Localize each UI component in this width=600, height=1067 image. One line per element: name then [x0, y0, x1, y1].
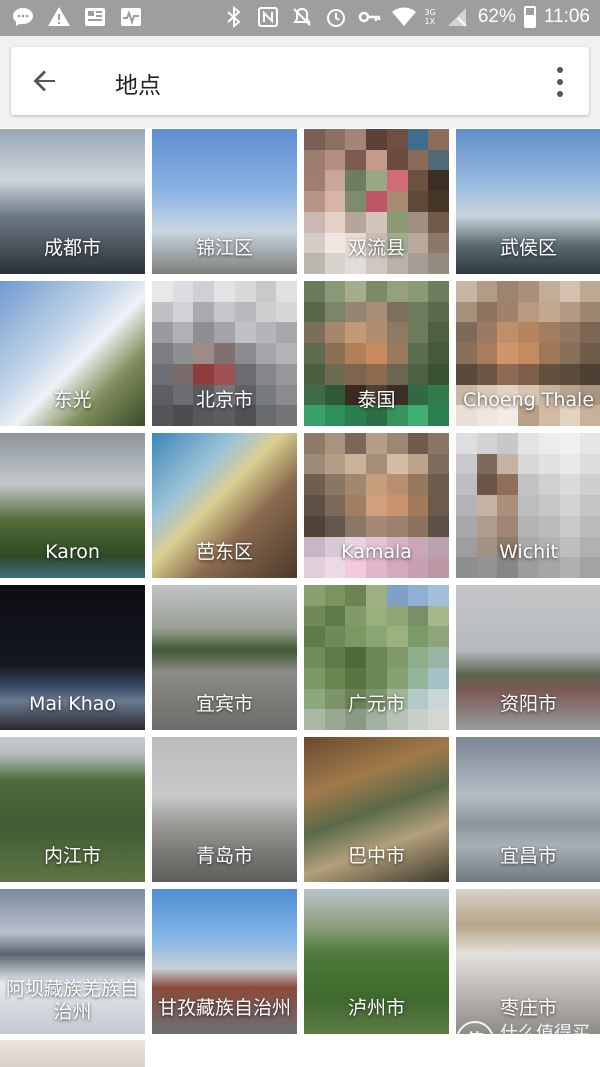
watermark-text: 什么值得买: [500, 1022, 590, 1044]
place-label: 锦江区: [195, 237, 253, 259]
place-tile[interactable]: 锦江区: [152, 129, 297, 274]
alert-icon: [46, 4, 72, 30]
toolbar-card: 地点: [11, 47, 589, 115]
place-label: 东光: [53, 389, 92, 411]
battery-level: [525, 14, 534, 26]
clock: 11:06: [543, 6, 590, 27]
place-tile[interactable]: 双流县: [304, 129, 449, 274]
place-label: 芭东区: [195, 541, 253, 563]
place-label: Kamala: [341, 541, 412, 563]
place-tile[interactable]: 成都市: [0, 129, 145, 274]
system-icons: 3G 1X 62% 11:06: [221, 4, 590, 30]
more-vert-icon-dot: [557, 67, 563, 73]
place-label: 宜昌市: [499, 845, 557, 867]
place-label: 资阳市: [499, 693, 557, 715]
place-tile[interactable]: 广元市: [304, 585, 449, 730]
place-label: 成都市: [43, 237, 101, 259]
place-label: 广元市: [347, 693, 405, 715]
more-vert-icon-dot: [557, 91, 563, 97]
news-icon: [82, 4, 108, 30]
watermark-sub: SMZDM.COM: [500, 1043, 581, 1057]
watermark: 值 什么值得买 SMZDM.COM: [456, 1021, 590, 1059]
more-vert-icon-dot: [557, 79, 563, 85]
watermark-logo: 值: [456, 1021, 494, 1059]
place-tile[interactable]: 芭东区: [152, 433, 297, 578]
place-label: 武侯区: [499, 237, 557, 259]
alarm-icon: [323, 4, 349, 30]
place-label: Mai Khao: [28, 693, 117, 715]
signal-icon: [444, 4, 470, 30]
network-label-3g: 3G: [424, 8, 436, 17]
place-label: 泸州市: [347, 997, 405, 1019]
key-icon: [357, 4, 383, 30]
place-tile[interactable]: Karon: [0, 433, 145, 578]
wifi-icon: [391, 4, 417, 30]
arrow-back-icon: [33, 70, 55, 92]
activity-icon: [118, 4, 144, 30]
places-grid: 成都市 锦江区 双流县 武侯区东光 北京市 泰国 Choeng Thale Karon 芭东区 K…: [0, 129, 600, 1034]
page-title: 地点: [115, 73, 161, 99]
place-tile[interactable]: 青岛市: [152, 737, 297, 882]
mute-icon: [289, 4, 315, 30]
place-label: 甘孜藏族自治州: [157, 997, 291, 1019]
place-label: Choeng Thale: [462, 389, 595, 411]
bluetooth-icon: [221, 4, 247, 30]
place-tile[interactable]: Choeng Thale: [456, 281, 600, 426]
place-label: 阿坝藏族羌族自治州: [5, 978, 139, 1023]
place-tile[interactable]: 北京市: [152, 281, 297, 426]
place-tile[interactable]: Wichit: [456, 433, 600, 578]
place-label: 宜宾市: [195, 693, 253, 715]
place-tile[interactable]: 武侯区: [456, 129, 600, 274]
place-tile[interactable]: 枣庄市: [456, 889, 600, 1034]
place-tile[interactable]: 甘孜藏族自治州: [152, 889, 297, 1034]
place-tile[interactable]: Kamala: [304, 433, 449, 578]
nfc-icon: [255, 4, 281, 30]
place-tile[interactable]: 宜昌市: [456, 737, 600, 882]
place-tile-partial[interactable]: [0, 1040, 145, 1067]
network-type: 3G 1X: [425, 8, 436, 26]
place-tile[interactable]: 泸州市: [304, 889, 449, 1034]
place-tile[interactable]: 巴中市: [304, 737, 449, 882]
place-tile[interactable]: 宜宾市: [152, 585, 297, 730]
more-options-button[interactable]: [553, 67, 567, 97]
place-tile[interactable]: 东光: [0, 281, 145, 426]
message-icon: [10, 4, 36, 30]
place-tile[interactable]: 泰国: [304, 281, 449, 426]
place-tile[interactable]: Mai Khao: [0, 585, 145, 730]
place-tile[interactable]: 阿坝藏族羌族自治州: [0, 889, 145, 1034]
place-label: 青岛市: [195, 845, 253, 867]
place-label: 北京市: [195, 389, 253, 411]
battery-percent: 62%: [477, 6, 516, 27]
place-label: 泰国: [357, 389, 396, 411]
back-button[interactable]: [29, 65, 61, 97]
place-tile[interactable]: 内江市: [0, 737, 145, 882]
notification-icons: [10, 4, 144, 30]
place-label: 双流县: [347, 237, 405, 259]
place-tile[interactable]: 资阳市: [456, 585, 600, 730]
place-label: Wichit: [499, 541, 558, 563]
place-label: 内江市: [43, 845, 101, 867]
place-label: Karon: [45, 541, 100, 563]
network-label-1x: 1X: [424, 17, 436, 26]
battery-icon: [523, 6, 536, 28]
status-bar: 3G 1X 62% 11:06: [0, 0, 600, 36]
place-label: 巴中市: [347, 845, 405, 867]
